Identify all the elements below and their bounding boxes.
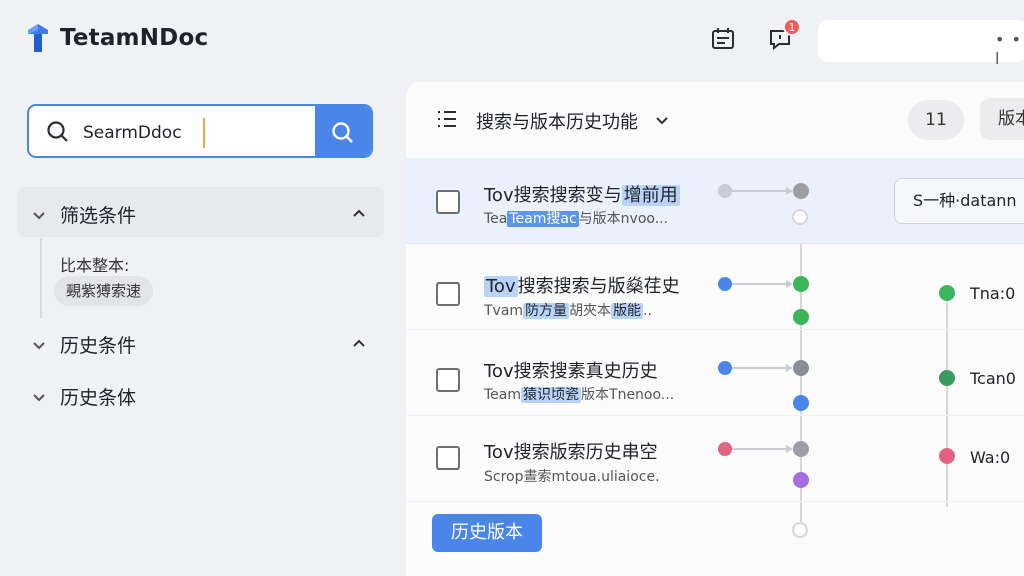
version-node [939,370,955,386]
highlight: 猿识顷瓷 [521,387,582,403]
search-icon [45,119,71,145]
row-sub-text: Tea [484,211,508,227]
row-checkbox[interactable] [436,368,460,392]
row-subtitle: Team 猿识顷瓷 版本Tnenoo... [484,384,674,404]
row-sub-text: Team [484,387,522,403]
version-node [939,448,955,464]
row-sub-text: Scrop晝索mtoua.uliaioce. [484,469,660,485]
chevron-down-icon [30,336,48,354]
version-label[interactable]: Tna:0 [970,284,1015,303]
history-version-button[interactable]: 历史版本 [432,514,542,552]
row-dot [718,277,732,291]
row-title: Tov搜索搜索变与 增前用 [484,181,680,207]
search-button[interactable] [315,106,371,156]
highlight: 防方量 [523,303,570,319]
chevron-down-icon [30,388,48,406]
arrow-icon [786,280,793,288]
text-cursor [203,118,205,148]
filter-chip[interactable]: 覡紫猼索速 [54,276,154,306]
row-title: Tov搜索搜素真史历史 [484,357,658,383]
timeline-node [793,360,809,376]
version-node [939,285,955,301]
logo-icon [28,24,48,52]
timeline-node [792,522,808,538]
timeline-node [792,209,808,225]
timeline-node [793,441,809,457]
row-checkbox[interactable] [436,190,460,214]
section-label: 历史条体 [60,387,137,409]
version-label[interactable]: Wa:0 [970,448,1010,467]
row-subtitle: Scrop晝索mtoua.uliaioce. [484,466,660,486]
search-button-icon [332,122,353,143]
main-panel: 搜索与版本历史功能 11 版本 Tov搜索搜索变与 增前用 Tea Team搜ac 与… [406,82,1024,576]
section-label: 历史条件 [60,335,137,357]
chat-notification-icon[interactable]: 1 [765,18,801,54]
version-label[interactable]: Tcan0 [970,369,1016,388]
notification-badge: 1 [783,18,801,36]
timeline-node [793,472,809,488]
arrow-icon [786,364,793,372]
arrow-icon [786,445,793,453]
panel-header: 搜索与版本历史功能 11 版本 [406,82,1024,158]
sidebar-search [27,104,373,158]
table-row[interactable]: Tov 搜索搜索与版燊荏史 Tvam 防方量 胡夾本 版能.. [406,244,1024,330]
highlight: Team搜ac [507,211,579,227]
timeline-node [793,309,809,325]
section-label: 筛选条件 [60,205,137,227]
row-title: Tov搜索版索历史串空 [484,438,658,464]
row-dot [718,184,732,198]
table-row[interactable]: Tov搜索搜素真史历史 Team 猿识顷瓷 版本Tnenoo... [406,330,1024,416]
calendar-list-icon[interactable] [708,24,738,54]
top-search-field[interactable] [818,20,1024,62]
chevron-down-icon [30,206,48,224]
timeline-node [793,395,809,411]
highlight: 版能 [611,303,644,319]
app-logo[interactable]: TetamNDoc [24,22,208,54]
connector [732,367,788,369]
chevron-up-icon[interactable] [350,334,368,352]
row-subtitle: Tea Team搜ac 与版本nvoo... [484,208,668,228]
row-title-text: 搜索搜索与版燊荏史 [517,276,680,297]
top-bar: TetamNDoc 1 • • l [0,0,1024,80]
section-history-body[interactable]: 历史条体 [30,383,136,410]
search-input[interactable] [83,120,315,146]
version-button[interactable]: 版本 [980,98,1024,140]
chevron-down-icon[interactable] [654,112,670,128]
row-sub-text: Tvam [484,303,524,319]
row-title-text: Tov搜索版索历史串空 [484,442,658,463]
message-box-icon [820,28,846,54]
list-icon[interactable] [436,108,458,130]
tree-line [40,238,42,318]
timeline-node [793,183,809,199]
highlight: 增前用 [621,185,680,206]
table-row[interactable]: Tov搜索版索历史串空 Scrop晝索mtoua.uliaioce. [406,416,1024,502]
row-sub-text: 版本Tnenoo... [581,387,675,403]
connector [732,283,788,285]
row-title-text: Tov搜索搜索变与 [484,185,622,206]
row-sub-text: 与版本nvoo... [578,211,669,227]
section-filter-conditions[interactable]: 筛选条件 [30,201,136,228]
more-options[interactable]: • • l [995,30,1024,68]
row-sub-text: 胡夾本 [569,303,612,319]
connector [732,190,788,192]
highlight: Tov [484,276,518,297]
section-history-conditions[interactable]: 历史条件 [30,331,136,358]
result-count[interactable]: 11 [908,100,964,140]
app-name: TetamNDoc [60,25,209,51]
row-dot [718,442,732,456]
row-sub-text: .. [643,303,652,319]
connector [732,448,788,450]
row-dot [718,361,732,375]
timeline-node [793,276,809,292]
filter-label: 比本整本: [60,256,130,275]
arrow-icon [786,187,793,195]
chevron-up-icon[interactable] [350,204,368,222]
row-title-text: Tov搜索搜素真史历史 [484,361,658,382]
panel-title[interactable]: 搜索与版本历史功能 [476,108,638,134]
row-title: Tov 搜索搜索与版燊荏史 [484,272,680,298]
row-checkbox[interactable] [436,446,460,470]
version-card[interactable]: S一种·datann [894,178,1024,224]
row-subtitle: Tvam 防方量 胡夾本 版能.. [484,300,652,320]
row-checkbox[interactable] [436,282,460,306]
